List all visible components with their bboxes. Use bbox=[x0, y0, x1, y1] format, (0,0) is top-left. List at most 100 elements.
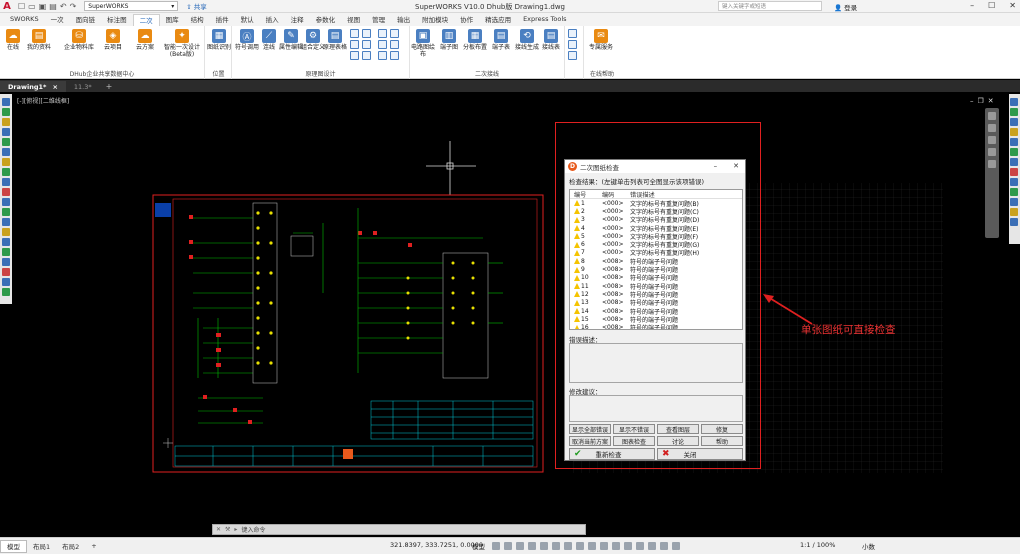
otrack-icon[interactable] bbox=[552, 542, 560, 550]
close-icon[interactable]: ✕ bbox=[216, 526, 221, 533]
new-tab-icon[interactable]: + bbox=[106, 82, 113, 92]
command-input[interactable]: 键入命令 bbox=[241, 525, 265, 534]
command-line[interactable]: ✕ ⚒ ▸ 键入命令 bbox=[212, 524, 586, 535]
layout-tab-2[interactable]: 布局2 bbox=[56, 540, 85, 553]
ribbon-tab[interactable]: 协作 bbox=[454, 14, 479, 26]
tool-icon[interactable] bbox=[2, 168, 10, 176]
add-layout-icon[interactable]: + bbox=[85, 540, 102, 553]
hardware-icon[interactable] bbox=[660, 542, 668, 550]
tool-icon[interactable] bbox=[2, 98, 10, 106]
smart-design-button[interactable]: ✦ 智能一次设计(Beta版) bbox=[162, 29, 202, 58]
tool-icon[interactable] bbox=[1010, 178, 1018, 186]
tool-icon[interactable] bbox=[2, 198, 10, 206]
ribbon-tab[interactable]: 图库 bbox=[160, 14, 185, 26]
login-button[interactable]: 👤 登录 bbox=[834, 2, 857, 12]
circuit-layout-button[interactable]: ▣ 电路图绘布 bbox=[410, 29, 436, 58]
ortho-icon[interactable] bbox=[516, 542, 524, 550]
annotation-scale[interactable]: 1:1 / 100% bbox=[800, 541, 835, 549]
wrench-icon[interactable]: ⚒ bbox=[225, 526, 230, 533]
doc-tab-drawing1[interactable]: Drawing1* × bbox=[0, 81, 66, 92]
ribbon-tab[interactable]: 插件 bbox=[210, 14, 235, 26]
tool-icon[interactable] bbox=[2, 208, 10, 216]
tool-icon[interactable] bbox=[2, 278, 10, 286]
wiring-table-button[interactable]: ▤ 接线表 bbox=[538, 29, 564, 51]
workspace-combo[interactable]: SuperWORKS ▾ bbox=[84, 1, 179, 11]
showmotion-icon[interactable] bbox=[988, 148, 996, 156]
tool-icon[interactable] bbox=[1010, 188, 1018, 196]
lock-icon[interactable] bbox=[636, 542, 644, 550]
cloud-project-button[interactable]: ◈ 云项目 bbox=[100, 29, 126, 51]
osnap-icon[interactable] bbox=[540, 542, 548, 550]
model-space-button[interactable]: 模型 bbox=[472, 541, 485, 551]
schematic-table-button[interactable]: ▤ 原理表格 bbox=[322, 29, 348, 51]
isolate-icon[interactable] bbox=[648, 542, 656, 550]
ribbon-tab[interactable]: Express Tools bbox=[517, 14, 572, 26]
redo-icon[interactable]: ↷ bbox=[70, 2, 77, 11]
save-icon[interactable]: ▣ bbox=[39, 2, 47, 11]
ribbon-tab[interactable]: 二次 bbox=[132, 14, 160, 26]
tool-icon[interactable] bbox=[2, 228, 10, 236]
ribbon-tab[interactable]: 标注图 bbox=[101, 14, 133, 26]
panel-layout-button[interactable]: ▦ 分板布置 bbox=[462, 29, 488, 51]
maximize-icon[interactable]: ☐ bbox=[988, 1, 995, 10]
close-icon[interactable]: ✕ bbox=[988, 97, 994, 105]
grid-icon[interactable] bbox=[492, 542, 500, 550]
tool-icon[interactable] bbox=[1010, 148, 1018, 156]
terminal-table-button[interactable]: ▤ 端子表 bbox=[488, 29, 514, 51]
terminal-diagram-button[interactable]: ▥ 端子图 bbox=[436, 29, 462, 51]
tool-icon[interactable] bbox=[2, 268, 10, 276]
ribbon-tab[interactable]: 管理 bbox=[366, 14, 391, 26]
tool-icon[interactable] bbox=[1010, 118, 1018, 126]
discuss-button[interactable]: 讨论 bbox=[657, 436, 699, 446]
doc-tab-11-3[interactable]: 11.3* bbox=[66, 81, 100, 92]
close-icon[interactable]: ✕ bbox=[733, 162, 739, 170]
ribbon-tab[interactable]: 结构 bbox=[185, 14, 210, 26]
tool-icon[interactable] bbox=[2, 108, 10, 116]
tool-icon[interactable] bbox=[1010, 218, 1018, 226]
show-no-errors-button[interactable]: 显示不错误 bbox=[613, 424, 655, 434]
annotation-icon[interactable] bbox=[612, 542, 620, 550]
restore-icon[interactable]: ❐ bbox=[978, 97, 984, 105]
error-list[interactable]: 编号 编码 错误描述 1 <000> 文字的标号有重复问题(B) 2 <000> 文字的标… bbox=[569, 189, 743, 330]
view-layer-button[interactable]: 查看图层 bbox=[657, 424, 699, 434]
minimize-icon[interactable]: – bbox=[970, 97, 974, 105]
tool-icon[interactable] bbox=[2, 148, 10, 156]
exclusive-service-button[interactable]: ✉ 专属服务 bbox=[588, 29, 614, 51]
orbit-icon[interactable] bbox=[988, 136, 996, 144]
tool-icon[interactable] bbox=[2, 158, 10, 166]
minimize-icon[interactable]: – bbox=[714, 162, 718, 170]
print-icon[interactable]: ▤ bbox=[49, 2, 57, 11]
gizmo-icon[interactable] bbox=[600, 542, 608, 550]
units-selector[interactable]: 小数 bbox=[862, 541, 875, 551]
tool-icon[interactable] bbox=[2, 178, 10, 186]
transparency-icon[interactable] bbox=[576, 542, 584, 550]
workspace-icon[interactable] bbox=[624, 542, 632, 550]
my-data-button[interactable]: ▤ 我的资料 bbox=[26, 29, 52, 51]
tool-icon[interactable] bbox=[2, 258, 10, 266]
tool-icon[interactable] bbox=[1010, 108, 1018, 116]
steering-wheel-icon[interactable] bbox=[988, 160, 996, 168]
enterprise-library-button[interactable]: ⛁ 企业物料库 bbox=[62, 29, 96, 51]
layout-tab-1[interactable]: 布局1 bbox=[27, 540, 56, 553]
drawing-canvas[interactable] bbox=[13, 93, 1009, 536]
tool-icon[interactable] bbox=[2, 138, 10, 146]
ribbon-tab[interactable]: 一次 bbox=[45, 14, 70, 26]
snap-icon[interactable] bbox=[504, 542, 512, 550]
tool-icon[interactable] bbox=[1010, 208, 1018, 216]
view-label[interactable]: [-][俯视][二维线框] bbox=[17, 96, 69, 105]
new-icon[interactable]: ☐ bbox=[18, 2, 25, 11]
close-dialog-button[interactable]: ✖ 关闭 bbox=[657, 448, 743, 460]
app-logo-icon[interactable]: A bbox=[0, 0, 14, 13]
tool-icon[interactable] bbox=[1010, 138, 1018, 146]
ribbon-tab[interactable]: 插入 bbox=[260, 14, 285, 26]
ribbon-tab[interactable]: 参数化 bbox=[310, 14, 342, 26]
layout-tab-model[interactable]: 模型 bbox=[0, 539, 27, 553]
fix-button[interactable]: 修复 bbox=[701, 424, 743, 434]
tool-icon[interactable] bbox=[1010, 98, 1018, 106]
clean-screen-icon[interactable] bbox=[672, 542, 680, 550]
drawing-recognition-button[interactable]: ▦ 图纸识别 bbox=[206, 29, 232, 51]
ribbon-tab[interactable]: 精选应用 bbox=[479, 14, 517, 26]
show-all-errors-button[interactable]: 显示全部错误 bbox=[569, 424, 611, 434]
tool-icon[interactable] bbox=[2, 238, 10, 246]
lineweight-icon[interactable] bbox=[564, 542, 572, 550]
